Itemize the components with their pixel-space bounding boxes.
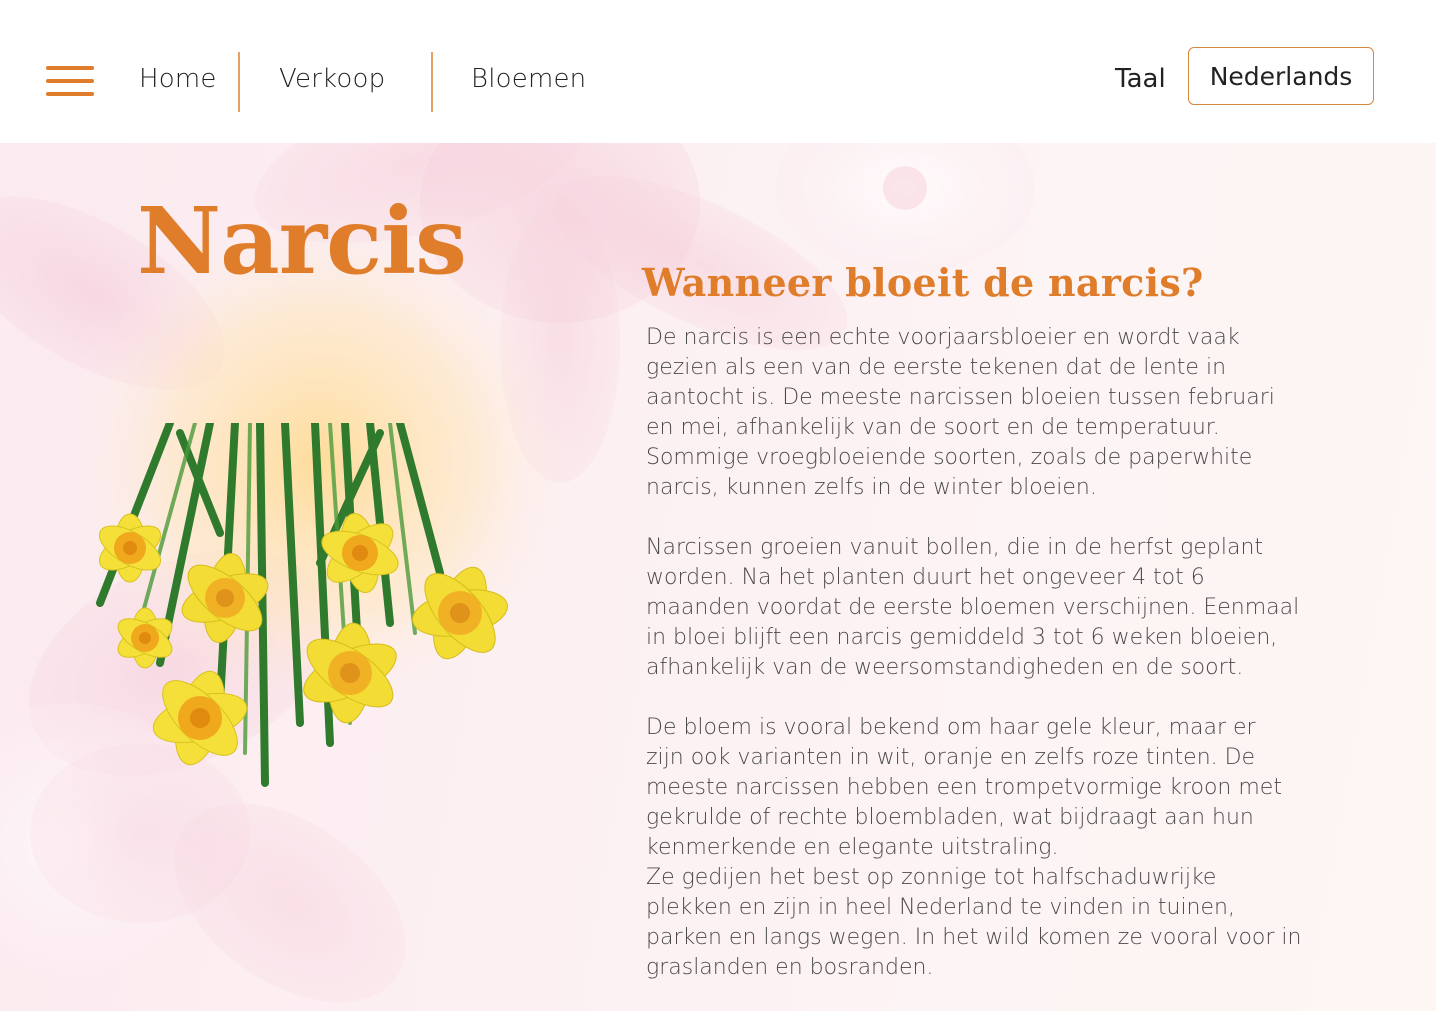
- hamburger-menu-icon[interactable]: [46, 66, 94, 98]
- language-select-value: Nederlands: [1209, 61, 1353, 91]
- nav-link-bloemen[interactable]: Bloemen: [471, 64, 586, 94]
- page: Home Verkoop Bloemen Taal Nederlands Nar…: [0, 0, 1436, 1011]
- section-heading: Wanneer bloeit de narcis?: [642, 260, 1204, 305]
- article-body: De narcis is een echte voorjaarsbloeier …: [646, 323, 1346, 983]
- paragraph: Ze gedijen het best op zonnige tot halfs…: [646, 865, 1302, 980]
- top-navigation: Home Verkoop Bloemen Taal Nederlands: [0, 0, 1436, 143]
- nav-divider: [238, 52, 240, 112]
- language-label: Taal: [1115, 64, 1166, 94]
- nav-divider: [431, 52, 433, 112]
- paragraph: De bloem is vooral bekend om haar gele k…: [646, 715, 1282, 860]
- nav-link-home[interactable]: Home: [139, 64, 217, 94]
- menu-bar: [46, 92, 94, 96]
- nav-link-verkoop[interactable]: Verkoop: [279, 64, 385, 94]
- language-select[interactable]: Nederlands: [1188, 47, 1374, 105]
- narcis-flower-image: [96, 423, 508, 787]
- menu-bar: [46, 66, 94, 70]
- paragraph: Narcissen groeien vanuit bollen, die in …: [646, 535, 1300, 680]
- menu-bar: [46, 79, 94, 83]
- paragraph: De narcis is een echte voorjaarsbloeier …: [646, 325, 1275, 500]
- page-title: Narcis: [137, 187, 467, 295]
